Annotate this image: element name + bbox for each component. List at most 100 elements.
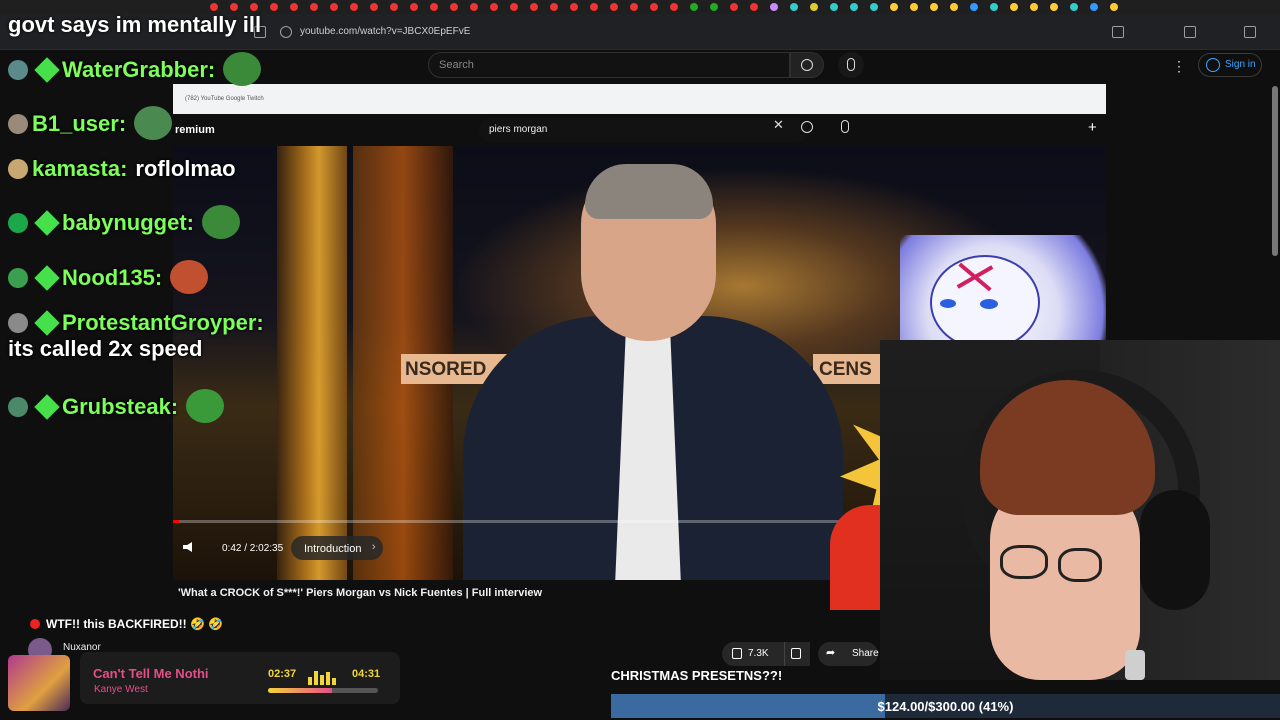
create-icon[interactable]: + xyxy=(1088,119,1097,136)
video-progress-fill xyxy=(173,520,179,523)
glasses-lens xyxy=(1000,545,1048,579)
chat-username: Nood135: xyxy=(62,265,163,290)
tab-favicon-icon[interactable] xyxy=(390,3,398,11)
embedded-mic-icon[interactable] xyxy=(841,120,849,133)
clear-search-icon[interactable]: ✕ xyxy=(773,117,784,133)
song-elapsed: 02:37 xyxy=(268,668,297,680)
tab-favicon-icon[interactable] xyxy=(810,3,818,11)
sidebar-icon[interactable] xyxy=(1184,26,1196,38)
tab-favicon-icon[interactable] xyxy=(710,3,718,11)
tab-favicon-icon[interactable] xyxy=(1030,3,1038,11)
chat-message: WaterGrabber: xyxy=(8,52,262,86)
search-input[interactable]: Search xyxy=(428,52,790,78)
tab-favicon-icon[interactable] xyxy=(490,3,498,11)
tab-favicon-icon[interactable] xyxy=(410,3,418,11)
tab-favicon-icon[interactable] xyxy=(1110,3,1118,11)
tab-favicon-icon[interactable] xyxy=(870,3,878,11)
tab-favicon-icon[interactable] xyxy=(350,3,358,11)
chat-username: kamasta: xyxy=(32,156,128,181)
chat-message: kamasta: roflolmao xyxy=(8,156,236,182)
tab-favicon-icon[interactable] xyxy=(1090,3,1098,11)
tab-favicon-icon[interactable] xyxy=(430,3,438,11)
tab-favicon-icon[interactable] xyxy=(790,3,798,11)
sign-in-label: Sign in xyxy=(1225,59,1256,70)
embedded-search-icon[interactable] xyxy=(801,121,813,133)
emote-icon xyxy=(202,205,240,239)
tab-favicon-icon[interactable] xyxy=(1050,3,1058,11)
user-badge-icon xyxy=(8,397,28,417)
tab-favicon-icon[interactable] xyxy=(450,3,458,11)
thumbs-up-icon xyxy=(732,648,742,659)
volume-icon[interactable] xyxy=(183,542,192,552)
presenter-hair xyxy=(585,164,713,219)
tab-favicon-icon[interactable] xyxy=(910,3,918,11)
chapter-button[interactable]: Introduction › xyxy=(291,536,384,560)
dislike-button[interactable] xyxy=(784,642,810,666)
tab-favicon-icon[interactable] xyxy=(730,3,738,11)
now-playing-widget: Can't Tell Me Nothi Kanye West 02:37 04:… xyxy=(0,652,400,712)
tab-favicon-icon[interactable] xyxy=(770,3,778,11)
search-placeholder: Search xyxy=(439,59,474,71)
tab-favicon-icon[interactable] xyxy=(570,3,578,11)
video-actions: 7.3K ➦ Share xyxy=(722,642,887,666)
tab-favicon-icon[interactable] xyxy=(470,3,478,11)
share-button[interactable]: ➦ Share xyxy=(818,642,879,666)
tab-favicon-icon[interactable] xyxy=(1070,3,1078,11)
tab-favicon-icon[interactable] xyxy=(890,3,898,11)
search-icon xyxy=(801,59,813,71)
voice-search-button[interactable] xyxy=(838,52,864,78)
sub-badge-icon xyxy=(34,57,60,83)
tab-favicon-icon[interactable] xyxy=(590,3,598,11)
tab-favicon-icon[interactable] xyxy=(930,3,938,11)
tab-favicon-icon[interactable] xyxy=(550,3,558,11)
tab-favicon-icon[interactable] xyxy=(630,3,638,11)
song-title: Can't Tell Me Nothi xyxy=(93,666,209,681)
equalizer-icon xyxy=(308,667,340,685)
user-badge-icon xyxy=(8,114,28,134)
song-artist: Kanye West xyxy=(94,684,148,695)
tab-favicon-icon[interactable] xyxy=(970,3,978,11)
search-button[interactable] xyxy=(790,52,824,78)
more-options-icon[interactable]: ⋮ xyxy=(1172,58,1186,75)
alert-text: WTF!! this BACKFIRED!! 🤣 🤣 xyxy=(46,617,224,631)
webcam-feed xyxy=(880,340,1280,680)
user-badge-icon xyxy=(8,313,28,333)
tab-favicon-icon[interactable] xyxy=(670,3,678,11)
sub-badge-icon xyxy=(34,310,60,336)
tab-favicon-icon[interactable] xyxy=(330,3,338,11)
user-badge-icon xyxy=(8,268,28,288)
share-label: Share xyxy=(852,648,879,659)
share-icon: ➦ xyxy=(826,647,836,659)
vtuber-eye xyxy=(940,299,956,308)
tab-favicon-icon[interactable] xyxy=(370,3,378,11)
tab-favicon-icon[interactable] xyxy=(1010,3,1018,11)
tab-favicon-icon[interactable] xyxy=(850,3,858,11)
embedded-search-input[interactable]: piers morgan xyxy=(479,118,809,142)
glasses-lens xyxy=(1058,548,1102,582)
tab-favicon-icon[interactable] xyxy=(830,3,838,11)
stream-alert: WTF!! this BACKFIRED!! 🤣 🤣 xyxy=(30,617,223,631)
video-time: 0:42 / 2:02:35 xyxy=(222,543,284,554)
tab-favicon-icon[interactable] xyxy=(690,3,698,11)
goal-progress-bar: $124.00/$300.00 (41%) xyxy=(611,694,1280,718)
tab-favicon-icon[interactable] xyxy=(610,3,618,11)
profile-icon[interactable] xyxy=(1244,26,1256,38)
thumbs-down-icon xyxy=(791,648,801,659)
tab-favicon-icon[interactable] xyxy=(650,3,658,11)
extensions-icon[interactable] xyxy=(1112,26,1124,38)
microphone xyxy=(1125,650,1145,680)
song-progress-track xyxy=(268,688,378,693)
goal-progress-text: $124.00/$300.00 (41%) xyxy=(877,699,1014,714)
chat-text: its called 2x speed xyxy=(8,336,203,361)
user-badge-icon xyxy=(8,159,28,179)
siren-icon xyxy=(30,619,40,629)
chat-message: Nood135: xyxy=(8,260,209,294)
tab-favicon-icon[interactable] xyxy=(750,3,758,11)
tab-favicon-icon[interactable] xyxy=(510,3,518,11)
goal-title: CHRISTMAS PRESETNS??! xyxy=(611,668,783,683)
sign-in-button[interactable]: Sign in xyxy=(1198,53,1262,77)
page-scrollbar[interactable] xyxy=(1272,86,1278,256)
tab-favicon-icon[interactable] xyxy=(950,3,958,11)
tab-favicon-icon[interactable] xyxy=(530,3,538,11)
tab-favicon-icon[interactable] xyxy=(990,3,998,11)
